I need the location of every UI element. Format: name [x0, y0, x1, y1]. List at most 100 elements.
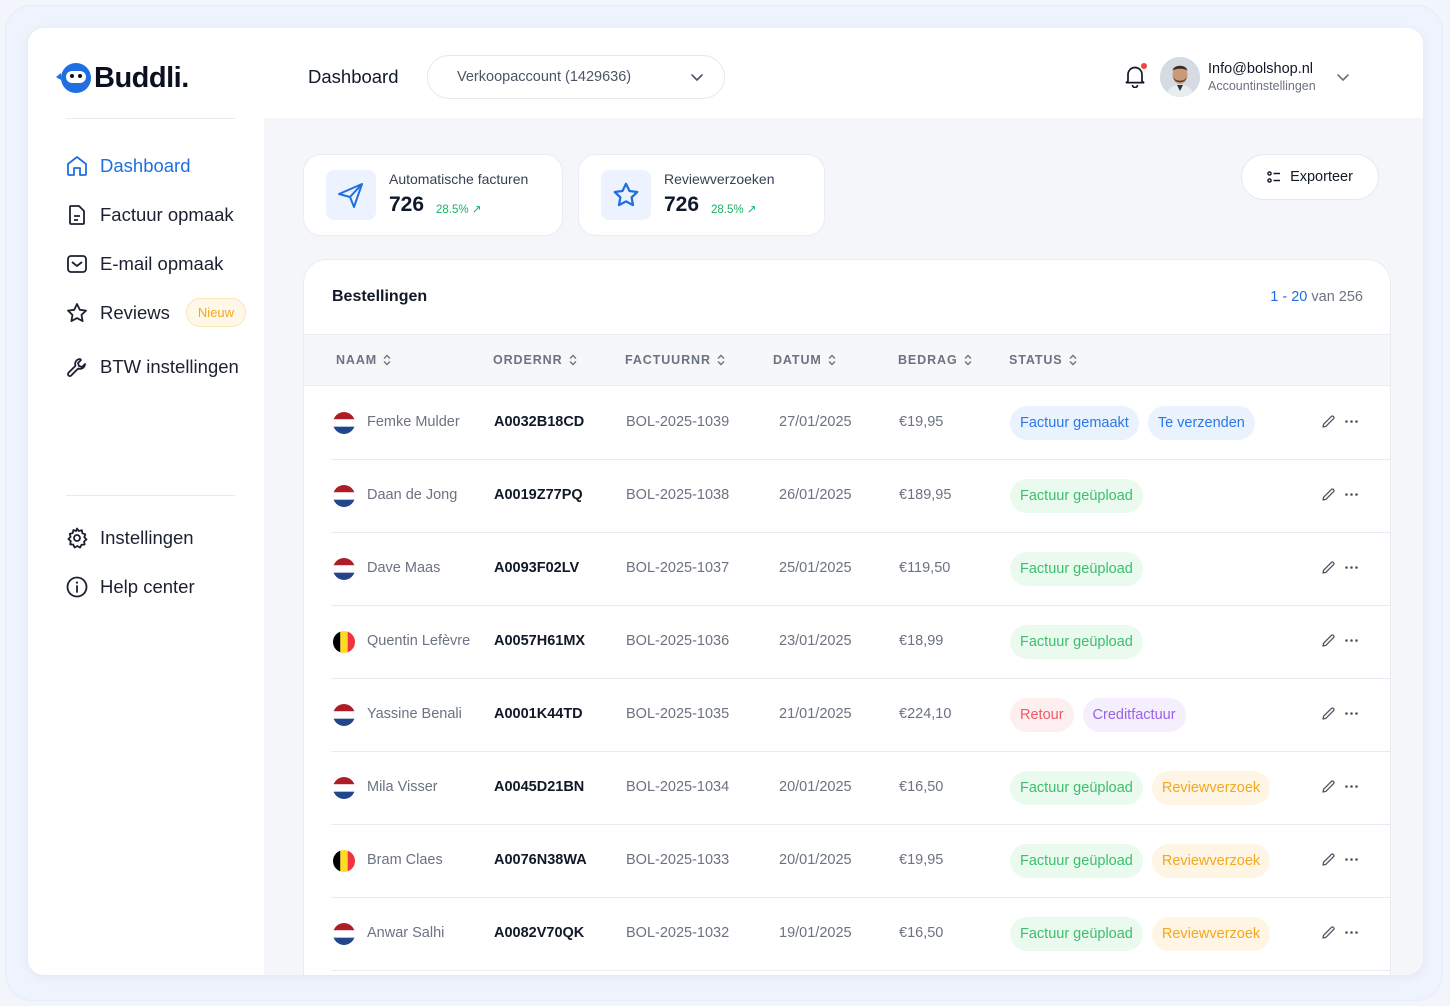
flag-nl-icon — [333, 704, 355, 726]
sidebar-item-label: Reviews — [100, 301, 170, 323]
status-badge: Reviewverzoek — [1151, 771, 1271, 805]
pagination-total: van 256 — [1307, 289, 1363, 305]
more-options-icon[interactable] — [1344, 487, 1359, 502]
mail-icon — [64, 251, 90, 277]
order-date: 20/01/2025 — [779, 779, 852, 795]
column-header-ordernr[interactable]: ORDERNR — [493, 353, 577, 367]
column-header-datum[interactable]: DATUM — [773, 353, 836, 367]
chevron-down-icon — [690, 70, 704, 88]
sidebar-item-label: E-mail opmaak — [100, 252, 224, 274]
order-amount: €189,95 — [899, 487, 952, 503]
order-amount: €224,10 — [899, 706, 952, 722]
export-button[interactable]: Exporteer — [1241, 154, 1379, 200]
sidebar-item-help-center[interactable]: Help center — [64, 562, 195, 611]
flag-nl-icon — [333, 923, 355, 945]
sort-icon — [569, 354, 577, 366]
order-date: 27/01/2025 — [779, 414, 852, 430]
edit-pencil-icon[interactable] — [1321, 779, 1336, 794]
sort-icon — [717, 354, 725, 366]
customer-name: Bram Claes — [367, 852, 443, 868]
column-header-bedrag[interactable]: BEDRAG — [898, 353, 972, 367]
more-options-icon[interactable] — [1344, 852, 1359, 867]
list-settings-icon — [1267, 170, 1281, 184]
sidebar-item-label: Factuur opmaak — [100, 203, 234, 225]
sidebar-item-dashboard[interactable]: Dashboard — [64, 141, 246, 190]
sidebar-item-label: Dashboard — [100, 154, 191, 176]
invoice-number: BOL-2025-1037 — [626, 560, 730, 576]
order-date: 21/01/2025 — [779, 706, 852, 722]
stat-label: Automatische facturen — [389, 171, 529, 187]
status-tags: Factuur geüpload Reviewverzoek — [1010, 917, 1279, 951]
edit-pencil-icon[interactable] — [1321, 414, 1336, 429]
order-amount: €19,95 — [899, 852, 944, 868]
sidebar-item-instellingen[interactable]: Instellingen — [64, 513, 195, 562]
order-amount: €119,50 — [899, 560, 951, 576]
sort-icon — [383, 354, 391, 366]
status-tags: Factuur geüpload Reviewverzoek — [1010, 771, 1279, 805]
table-row[interactable]: Mila Visser A0045D21BN BOL-2025-1034 20/01/… — [331, 752, 1390, 825]
edit-pencil-icon[interactable] — [1321, 487, 1336, 502]
top-header: Dashboard Verkoopaccount (1429636) Info@… — [264, 28, 1423, 118]
more-options-icon[interactable] — [1344, 414, 1359, 429]
table-row[interactable]: Bram Claes A0076N38WA BOL-2025-1033 20/01/2… — [331, 825, 1390, 898]
more-options-icon[interactable] — [1344, 560, 1359, 575]
order-number: A0093F02LV — [494, 560, 580, 576]
account-select[interactable]: Verkoopaccount (1429636) — [427, 55, 725, 99]
user-email[interactable]: Info@bolshop.nl — [1208, 61, 1313, 77]
stat-value: 726 — [664, 193, 700, 216]
status-badge: Factuur gemaakt — [1010, 406, 1139, 440]
order-date: 20/01/2025 — [779, 852, 852, 868]
invoice-number: BOL-2025-1033 — [626, 852, 730, 868]
row-actions — [1321, 487, 1367, 502]
table-row[interactable]: Femke Mulder A0032B18CD BOL-2025-1039 27/01… — [331, 387, 1390, 460]
status-badge: Factuur geüpload — [1010, 771, 1143, 805]
sidebar-divider — [66, 118, 235, 119]
row-actions — [1321, 633, 1367, 648]
sidebar-item-factuur-opmaak[interactable]: Factuur opmaak — [64, 190, 246, 239]
chevron-down-icon[interactable] — [1336, 70, 1350, 89]
flag-nl-icon — [333, 412, 355, 434]
arrow-up-right-icon: ↗ — [471, 204, 482, 216]
order-amount: €18,99 — [899, 633, 944, 649]
column-header-naam[interactable]: NAAM — [336, 353, 391, 367]
column-header-status[interactable]: STATUS — [1009, 353, 1077, 367]
order-date: 19/01/2025 — [779, 925, 852, 941]
edit-pencil-icon[interactable] — [1321, 560, 1336, 575]
edit-pencil-icon[interactable] — [1321, 633, 1336, 648]
logo[interactable]: Buddli. — [54, 60, 189, 96]
status-badge: Creditfactuur — [1082, 698, 1186, 732]
status-badge: Factuur geüpload — [1010, 917, 1143, 951]
edit-pencil-icon[interactable] — [1321, 852, 1336, 867]
sidebar-item-label: Instellingen — [100, 526, 194, 548]
edit-pencil-icon[interactable] — [1321, 706, 1336, 721]
avatar[interactable] — [1160, 57, 1200, 97]
sidebar-nav: Dashboard Factuur opmaak E-mail opmaak R… — [64, 141, 247, 391]
edit-pencil-icon[interactable] — [1321, 925, 1336, 940]
order-number: A0057H61MX — [494, 633, 586, 649]
table-row[interactable]: Yassine Benali A0001K44TD BOL-2025-1035 21/… — [331, 679, 1390, 752]
table-row[interactable]: Dave Maas A0093F02LV BOL-2025-1037 25/01/20… — [331, 533, 1390, 606]
more-options-icon[interactable] — [1344, 779, 1359, 794]
customer-name: Dave Maas — [367, 560, 441, 576]
sidebar-item-btw-instellingen[interactable]: BTW instellingen — [64, 342, 246, 391]
info-icon — [64, 574, 90, 600]
row-actions — [1321, 706, 1367, 721]
orders-table-card: Bestellingen 1 - 20 van 256 NAAM ORDERNR… — [303, 259, 1391, 975]
sidebar-item-reviews[interactable]: Reviews Nieuw — [64, 288, 247, 337]
row-actions — [1321, 779, 1367, 794]
table-row[interactable]: Anwar Salhi A0082V70QK BOL-2025-1032 19/01/… — [331, 898, 1390, 971]
account-settings-link[interactable]: Accountinstellingen — [1208, 79, 1316, 93]
more-options-icon[interactable] — [1344, 706, 1359, 721]
order-date: 23/01/2025 — [779, 633, 852, 649]
star-icon — [64, 300, 90, 326]
table-row[interactable]: Daan de Jong A0019Z77PQ BOL-2025-1038 26/01… — [331, 460, 1390, 533]
column-header-factuurnr[interactable]: FACTUURNR — [625, 353, 725, 367]
more-options-icon[interactable] — [1344, 925, 1359, 940]
more-options-icon[interactable] — [1344, 633, 1359, 648]
sidebar-item-email-opmaak[interactable]: E-mail opmaak — [64, 239, 246, 288]
stat-delta: 28.5% ↗ — [436, 202, 481, 216]
sidebar-item-label: Help center — [100, 575, 195, 597]
status-tags: Factuur gemaakt Te verzenden — [1010, 406, 1264, 440]
document-icon — [64, 202, 90, 228]
table-row[interactable]: Quentin Lefèvre A0057H61MX BOL-2025-1036 23… — [331, 606, 1390, 679]
